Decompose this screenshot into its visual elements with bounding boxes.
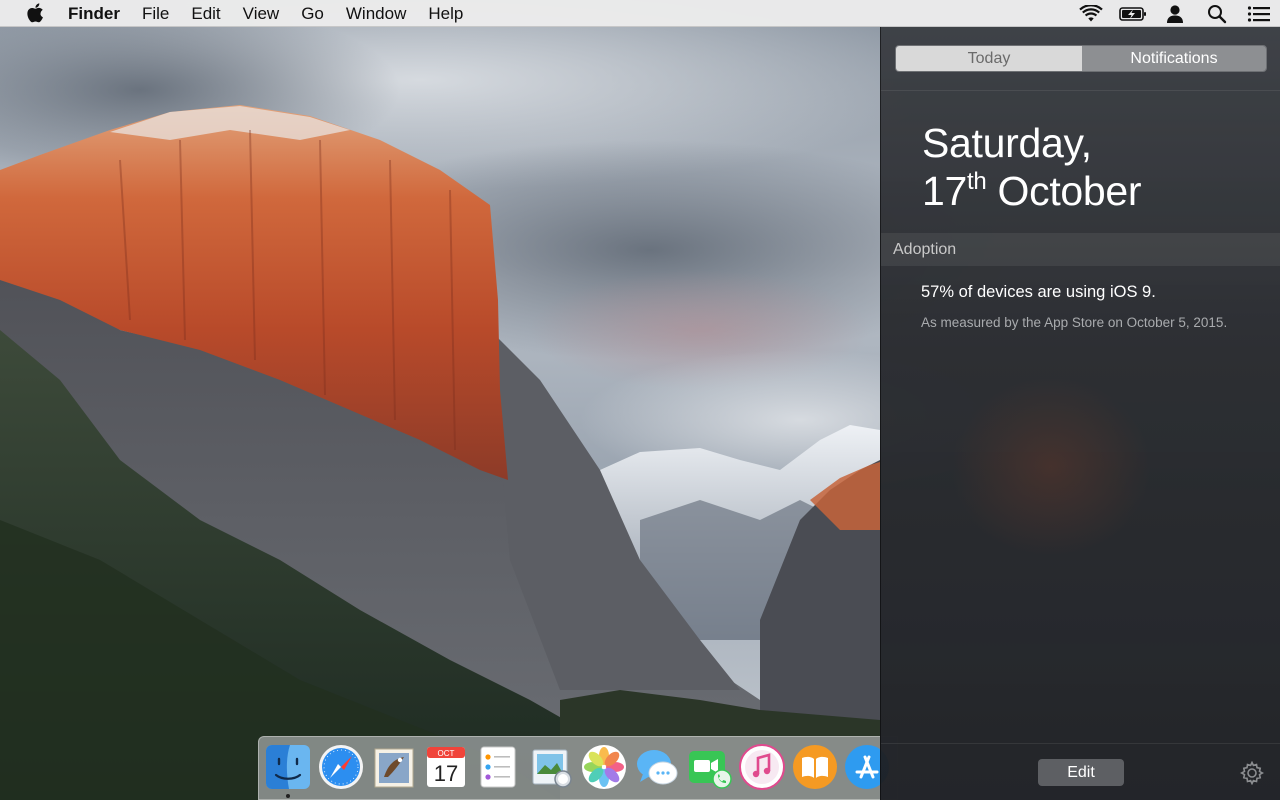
- facetime-icon[interactable]: [685, 743, 733, 791]
- mail-icon[interactable]: [370, 743, 418, 791]
- dock: OCT 17: [258, 736, 898, 800]
- date-day-month: 17th October: [922, 167, 1142, 215]
- wifi-icon[interactable]: [1070, 0, 1112, 27]
- menu-view[interactable]: View: [232, 0, 291, 27]
- calendar-icon[interactable]: OCT 17: [422, 743, 470, 791]
- menu-edit[interactable]: Edit: [180, 0, 231, 27]
- safari-icon[interactable]: [317, 743, 365, 791]
- status-area: [1070, 0, 1280, 27]
- date-suffix: th: [967, 168, 987, 195]
- date-heading: Saturday, 17th October: [922, 119, 1142, 215]
- menu-app-finder[interactable]: Finder: [68, 0, 131, 27]
- menu-window[interactable]: Window: [335, 0, 417, 27]
- messages-icon[interactable]: [633, 743, 681, 791]
- apple-logo-icon[interactable]: [24, 2, 46, 24]
- date-month: October: [997, 168, 1142, 214]
- itunes-icon[interactable]: [738, 743, 786, 791]
- tab-notifications[interactable]: Notifications: [1082, 46, 1266, 71]
- menu-go[interactable]: Go: [290, 0, 335, 27]
- ibooks-icon[interactable]: [791, 743, 839, 791]
- calendar-day: 17: [434, 761, 458, 786]
- notification-title[interactable]: 57% of devices are using iOS 9.: [921, 283, 1156, 302]
- finder-running-indicator: [286, 794, 290, 798]
- panel-footer: Edit: [881, 743, 1280, 800]
- notification-center-panel: Today Notifications Saturday, 17th Octob…: [880, 27, 1280, 800]
- gear-icon[interactable]: [1239, 760, 1265, 786]
- menu-file[interactable]: File: [131, 0, 180, 27]
- date-weekday: Saturday,: [922, 120, 1092, 166]
- edit-button[interactable]: Edit: [1038, 759, 1124, 786]
- date-day: 17: [922, 168, 968, 214]
- notification-body: As measured by the App Store on October …: [921, 315, 1228, 330]
- today-notifications-segmented-control: Today Notifications: [895, 45, 1267, 72]
- photos-icon[interactable]: [580, 743, 628, 791]
- finder-icon[interactable]: [264, 743, 312, 791]
- user-icon[interactable]: [1154, 0, 1196, 27]
- battery-charging-icon[interactable]: [1112, 0, 1154, 27]
- menu-help[interactable]: Help: [417, 0, 474, 27]
- tab-today[interactable]: Today: [896, 46, 1082, 71]
- panel-background-glow: [951, 377, 1151, 557]
- calendar-month: OCT: [438, 749, 455, 758]
- spotlight-search-icon[interactable]: [1196, 0, 1238, 27]
- notification-center-icon[interactable]: [1238, 0, 1280, 27]
- notification-section-adoption[interactable]: Adoption: [881, 233, 1280, 266]
- reminders-icon[interactable]: [474, 743, 522, 791]
- menu-bar: Finder File Edit View Go Window Help: [0, 0, 1280, 27]
- preview-icon[interactable]: [527, 743, 575, 791]
- header-divider: [881, 90, 1280, 91]
